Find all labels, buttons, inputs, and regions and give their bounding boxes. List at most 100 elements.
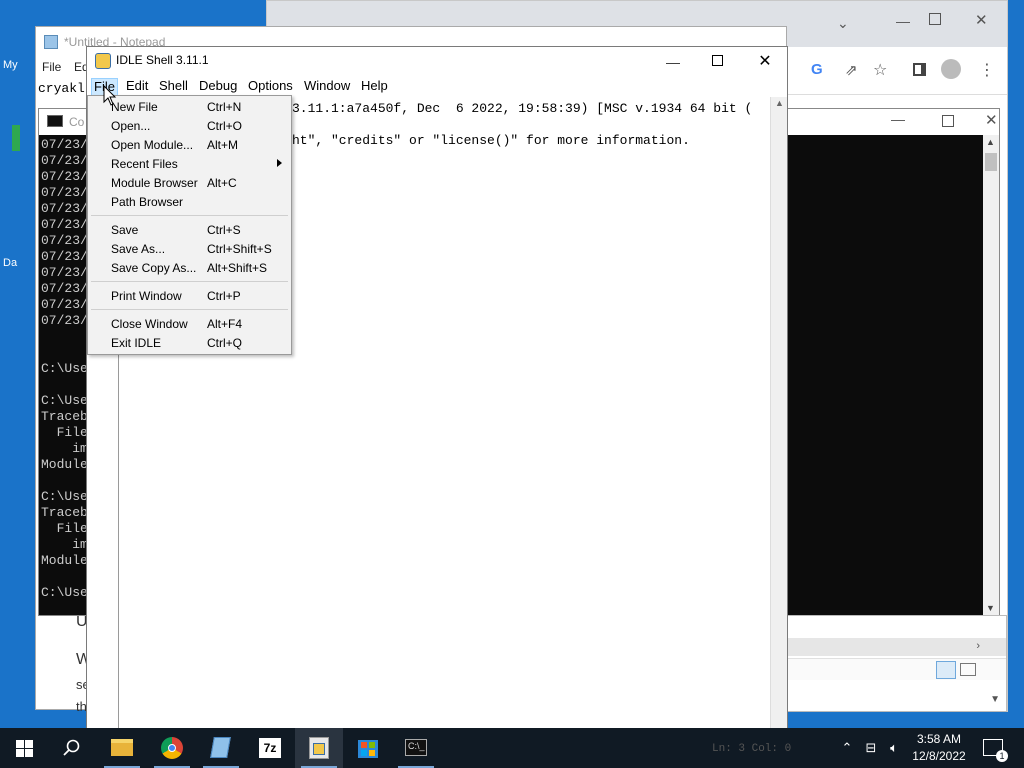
profile-avatar-icon[interactable]	[941, 59, 961, 79]
console-icon	[47, 115, 63, 127]
menu-options[interactable]: Options	[246, 78, 295, 96]
console-line: C:\Use	[41, 585, 88, 600]
file-menu-item-label: Print Window	[111, 289, 182, 303]
console-title: Co	[69, 115, 85, 129]
menu-debug[interactable]: Debug	[197, 78, 239, 96]
bookmark-star-icon[interactable]: ☆	[873, 60, 887, 80]
scroll-right-icon[interactable]: ›	[976, 640, 980, 652]
large-icons-view-icon[interactable]	[960, 663, 976, 676]
network-icon[interactable]: ⊟	[862, 740, 880, 756]
minimize-icon[interactable]: —	[891, 111, 905, 127]
console-line: 07/23/	[41, 169, 88, 184]
file-menu-item-shortcut: Alt+C	[207, 176, 237, 190]
taskbar-file-explorer[interactable]	[98, 728, 146, 768]
console-line: 07/23/	[41, 281, 88, 296]
console-line: 07/23/	[41, 217, 88, 232]
close-icon[interactable]: ✕	[985, 111, 998, 129]
windows-logo-icon	[16, 740, 33, 757]
explorer-statusbar	[788, 658, 1006, 680]
file-menu-item[interactable]: Save Ctrl+S	[89, 221, 290, 240]
menu-help[interactable]: Help	[359, 78, 390, 96]
horizontal-scrollbar[interactable]: ›	[788, 638, 1006, 656]
minimize-icon[interactable]: —	[651, 47, 695, 77]
close-icon[interactable]: ✕	[743, 47, 787, 77]
file-menu-item-label: Recent Files	[111, 157, 178, 171]
scroll-up-icon[interactable]: ▲	[986, 137, 995, 147]
menu-shell[interactable]: Shell	[157, 78, 190, 96]
idle-menubar: File Edit Shell Debug Options Window Hel…	[87, 75, 787, 97]
file-menu-item-shortcut: Ctrl+P	[207, 289, 241, 303]
menu-window[interactable]: Window	[302, 78, 352, 96]
file-explorer-icon	[111, 739, 133, 756]
file-menu-item[interactable]: Path Browser	[89, 193, 290, 212]
scroll-down-icon[interactable]: ▼	[986, 603, 995, 613]
console-line: C:\Use	[41, 393, 88, 408]
file-menu-item[interactable]: Open Module... Alt+M	[89, 136, 290, 155]
volume-icon[interactable]: 🔈︎	[885, 740, 903, 756]
console-line: 07/23/	[41, 153, 88, 168]
minimize-icon[interactable]: —	[881, 13, 925, 29]
console-line: File	[41, 425, 88, 440]
file-menu-item[interactable]: Module Browser Alt+C	[89, 174, 290, 193]
show-hidden-icons-icon[interactable]: ⌃	[838, 740, 856, 756]
share-icon[interactable]: ⇗	[845, 61, 858, 79]
search-button[interactable]	[48, 728, 96, 768]
taskbar-store[interactable]	[344, 728, 392, 768]
desktop-icon-label[interactable]: My	[3, 59, 18, 71]
store-icon-tile	[361, 750, 367, 756]
scrollbar-thumb[interactable]	[985, 153, 997, 171]
scroll-up-icon[interactable]: ▲	[775, 98, 784, 108]
file-menu-item[interactable]: Exit IDLE Ctrl+Q	[89, 334, 290, 353]
details-view-icon[interactable]	[936, 661, 956, 679]
file-menu-item[interactable]: Recent Files	[89, 155, 290, 174]
console-line: Traceb	[41, 409, 88, 424]
side-panel-icon[interactable]	[913, 63, 926, 76]
idle-titlebar[interactable]: IDLE Shell 3.11.1 — ✕	[87, 47, 787, 75]
taskbar-idle[interactable]	[295, 728, 343, 768]
console-line: 07/23/	[41, 201, 88, 216]
store-icon-tile	[361, 742, 367, 748]
chevron-down-icon[interactable]: ⌄	[837, 15, 849, 32]
search-icon	[63, 739, 80, 756]
taskbar-7zip[interactable]: 7z	[246, 728, 294, 768]
file-menu-item[interactable]: Save Copy As... Alt+Shift+S	[89, 259, 290, 278]
desktop-icon-label[interactable]: Da	[3, 257, 17, 269]
maximize-icon[interactable]	[942, 115, 954, 127]
mouse-cursor-icon	[103, 85, 117, 106]
maximize-icon[interactable]	[929, 13, 941, 25]
desktop-icon[interactable]	[12, 125, 20, 151]
file-menu-item[interactable]: Save As... Ctrl+Shift+S	[89, 240, 290, 259]
file-menu-item-label: Module Browser	[111, 176, 198, 190]
cmd-icon: C:\_	[405, 739, 427, 756]
taskbar-notepad[interactable]	[197, 728, 245, 768]
file-menu-item[interactable]: New File Ctrl+N	[89, 98, 290, 117]
file-menu-item-label: Save As...	[111, 242, 166, 256]
shell-scrollbar[interactable]: ▲	[770, 97, 787, 729]
file-menu-item-label: Exit IDLE	[111, 336, 162, 350]
clock-date: 12/8/2022	[912, 749, 966, 763]
taskbar: 7z C:\_ Ln: 3 Col: 0 ⌃ ⊟ 🔈︎ 3:58 AM 12/8…	[0, 728, 1024, 768]
file-menu-item[interactable]: Open... Ctrl+O	[89, 117, 290, 136]
console-line: Module	[41, 553, 88, 568]
file-menu-item-shortcut: Ctrl+N	[207, 100, 242, 114]
notepad-text-line: cryakl	[38, 81, 85, 96]
maximize-icon[interactable]	[712, 55, 723, 66]
console-line: im	[41, 537, 88, 552]
scroll-down-icon[interactable]: ▼	[990, 694, 1000, 705]
file-menu-item-label: Save Copy As...	[111, 261, 197, 275]
taskbar-cmd[interactable]: C:\_	[392, 728, 440, 768]
file-menu-item[interactable]: Close Window Alt+F4	[89, 315, 290, 334]
console-line: 07/23/	[41, 265, 88, 280]
notepad-menu-file[interactable]: File	[42, 60, 61, 74]
close-icon[interactable]: ✕	[975, 11, 988, 29]
start-button[interactable]	[0, 728, 48, 768]
menu-edit[interactable]: Edit	[124, 78, 150, 96]
console-scrollbar[interactable]: ▲ ▼	[983, 135, 999, 615]
file-menu-item[interactable]: Print Window Ctrl+P	[89, 287, 290, 306]
system-clock[interactable]: 3:58 AM 12/8/2022	[904, 731, 974, 765]
taskbar-chrome[interactable]	[148, 728, 196, 768]
google-icon[interactable]: G	[811, 61, 823, 78]
more-options-icon[interactable]: ⋮	[979, 60, 995, 80]
notepad-icon	[44, 35, 58, 49]
console-line: 07/23/	[41, 313, 88, 328]
